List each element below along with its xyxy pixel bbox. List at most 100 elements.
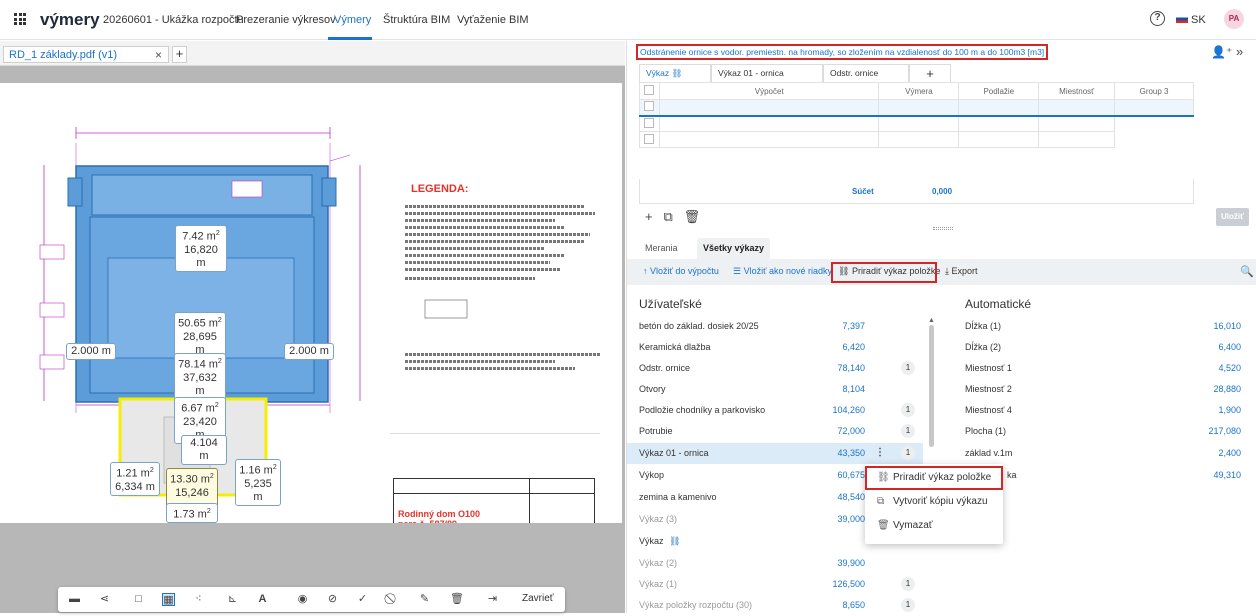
tab-vsetky-vykazy[interactable]: Všetky výkazy xyxy=(697,238,771,259)
export-button[interactable]: ⤓ Export xyxy=(945,266,978,277)
scroll-up-icon[interactable]: ▲ xyxy=(928,317,935,324)
col-podlazie[interactable]: Podlažie xyxy=(958,82,1040,100)
help-icon[interactable]: ? xyxy=(1150,11,1165,26)
list-item[interactable]: Keramická dlažba 6,420 xyxy=(627,337,923,358)
measurement-label[interactable]: 78.14 m2 37,632 m xyxy=(174,353,226,400)
avatar[interactable]: PA xyxy=(1224,9,1244,29)
area-tool-icon[interactable]: ▦ xyxy=(162,593,175,606)
list-item[interactable]: betón do základ. dosiek 20/25 7,397 xyxy=(627,316,923,337)
list-item[interactable]: Odstr. ornice 78,140 1 xyxy=(627,358,923,379)
add-vykaz-tab-button[interactable]: + xyxy=(909,64,951,82)
sum-label: Súčet xyxy=(852,187,874,196)
copy-row-icon[interactable]: ⧉ xyxy=(663,209,672,224)
tab-vykaz[interactable]: Výkaz ⛓ xyxy=(639,64,711,82)
measurement-label[interactable]: 50.65 m2 28,695 m xyxy=(174,312,226,359)
tab-vykaz-01[interactable]: Výkaz 01 - ornica xyxy=(711,64,823,82)
list-item[interactable]: Otvory 8,104 xyxy=(627,379,923,400)
auto-list-item[interactable]: Dĺžka (1) 16,010 xyxy=(965,316,1256,337)
text-tool-icon[interactable]: A xyxy=(256,593,269,606)
menu-item-copy[interactable]: ⧉ Vytvoriť kópiu výkazu xyxy=(877,496,988,507)
check-circle-icon[interactable]: ✓ xyxy=(356,593,369,606)
measurement-label[interactable]: 1.16 m2 5,235 m xyxy=(235,459,281,506)
count-tool-icon[interactable]: ⁖ xyxy=(192,593,205,606)
flag-sk-icon[interactable] xyxy=(1176,15,1188,23)
pdf-drawing[interactable]: LEGENDA: 7.42 m2 16,820 m 50.65 m2 28,695 … xyxy=(0,83,622,523)
auto-list-item[interactable]: Miestnosť 2 28,880 xyxy=(965,379,1256,400)
nav-prezeranie[interactable]: Prezeranie výkresov xyxy=(236,14,336,26)
rectangle-tool-icon[interactable]: □ xyxy=(132,593,145,606)
measurement-label[interactable]: 2.000 m xyxy=(66,343,116,360)
col-vymera[interactable]: Výmera xyxy=(878,82,960,100)
measurement-label[interactable]: 2.000 m xyxy=(284,343,334,360)
add-tab-button[interactable]: + xyxy=(172,46,187,63)
measurement-label[interactable]: 1.21 m2 6,334 m xyxy=(110,462,160,496)
eye-icon[interactable]: ◉ xyxy=(296,593,309,606)
close-icon[interactable]: × xyxy=(155,48,162,62)
block-icon[interactable]: ⃠ xyxy=(386,593,399,606)
legend-title: LEGENDA: xyxy=(411,183,469,195)
polyline-tool-icon[interactable]: ⋖ xyxy=(98,593,111,606)
table-row[interactable] xyxy=(639,115,1194,132)
app-grid-icon[interactable] xyxy=(14,13,26,25)
tab-merania[interactable]: Merania xyxy=(639,238,684,259)
sum-row: Súčet 0,000 xyxy=(639,179,1194,204)
link-icon: ⛓ xyxy=(669,536,681,546)
delete-row-icon[interactable]: 🗑 xyxy=(684,209,701,224)
col-vypocet[interactable]: Výpočet xyxy=(658,82,880,100)
project-name[interactable]: 20260601 - Ukážka rozpočtu xyxy=(103,14,244,26)
auto-list-item[interactable]: Dĺžka (2) 6,400 xyxy=(965,337,1256,358)
nav-vymery[interactable]: Výmery xyxy=(334,14,371,26)
add-user-icon[interactable]: 👤⁺ xyxy=(1211,45,1232,59)
add-row-icon[interactable]: + xyxy=(645,209,653,224)
line-tool-icon[interactable]: ▬ xyxy=(68,593,81,606)
list-item-selected[interactable]: Výkaz 01 - ornica 43,350 ⋮ 1 xyxy=(627,443,923,464)
auto-list-item[interactable]: ka 49,310 xyxy=(965,465,1256,486)
resize-handle[interactable] xyxy=(933,227,953,230)
nav-struktura-bim[interactable]: Štruktúra BIM xyxy=(383,14,450,26)
language-selector[interactable]: SK xyxy=(1191,14,1206,26)
col-miestnost[interactable]: Miestnosť xyxy=(1038,82,1116,100)
selected-item-title[interactable]: Odstránenie ornice s vodor. premiestn. n… xyxy=(636,44,1048,60)
file-tab[interactable]: RD_1 základy.pdf (v1) × xyxy=(3,46,169,63)
drawing-panel: RD_1 základy.pdf (v1) × + LEGENDA: 7.42 … xyxy=(0,41,625,613)
list-item[interactable]: Podložie chodníky a parkovisko 104,260 1 xyxy=(627,400,923,421)
file-tab-bar: RD_1 základy.pdf (v1) × + xyxy=(0,41,625,66)
close-toolbar-button[interactable]: Zavrieť xyxy=(522,593,554,604)
scrollbar[interactable] xyxy=(929,325,934,447)
link-icon: ⛓ xyxy=(877,472,890,483)
measurement-label[interactable]: 4.104 m xyxy=(181,435,227,465)
trash-icon[interactable]: 🗑 xyxy=(450,593,464,606)
tab-odstr-ornice[interactable]: Odstr. ornice xyxy=(823,64,909,82)
auto-list-item[interactable]: Miestnosť 1 4,520 xyxy=(965,358,1256,379)
table-row[interactable] xyxy=(639,99,1194,117)
pencil-icon[interactable]: ✎ xyxy=(418,593,431,606)
list-item[interactable]: Výkaz (1) 126,500 1 xyxy=(627,574,923,595)
menu-item-delete[interactable]: 🗑 Vymazať xyxy=(877,520,933,531)
search-icon[interactable]: 🔍 xyxy=(1240,265,1254,278)
select-all-checkbox[interactable] xyxy=(639,82,660,100)
list-item[interactable]: Výkaz (2) 39,900 xyxy=(627,553,923,574)
calculation-table: Výpočet Výmera Podlažie Miestnosť Group … xyxy=(639,82,1194,148)
list-item[interactable]: Potrubie 72,000 1 xyxy=(627,421,923,442)
measurement-label[interactable]: 7.42 m2 16,820 m xyxy=(175,225,227,272)
table-row[interactable] xyxy=(639,131,1194,148)
insert-as-rows-button[interactable]: ☰ Vložiť ako nové riadky xyxy=(733,266,832,277)
measurement-label[interactable]: 1.73 m210,543 m xyxy=(166,503,218,523)
insert-to-calc-button[interactable]: ↑ Vložiť do výpočtu xyxy=(643,266,719,276)
eye-off-icon[interactable]: ⊘ xyxy=(326,593,339,606)
angle-tool-icon[interactable]: ⊾ xyxy=(226,593,239,606)
auto-list-item[interactable]: základ v.1m 2,400 xyxy=(965,443,1256,464)
floorplan-svg xyxy=(39,127,600,497)
nav-vytazenie-bim[interactable]: Vyťaženie BIM xyxy=(457,14,529,26)
menu-item-assign[interactable]: ⛓ Priradiť výkaz položke xyxy=(877,472,991,483)
collapse-chevron-icon[interactable]: » xyxy=(1236,44,1243,59)
auto-list-item[interactable]: Miestnosť 4 1,900 xyxy=(965,400,1256,421)
auto-list-item[interactable]: Plocha (1) 217,080 xyxy=(965,421,1256,442)
link-icon[interactable]: ⛓ xyxy=(1047,47,1048,57)
exit-icon[interactable]: ⇥ xyxy=(486,593,499,606)
legend-line xyxy=(405,247,545,250)
more-vert-icon[interactable]: ⋮ xyxy=(875,447,885,458)
brand-logo[interactable]: výmery xyxy=(40,10,100,30)
save-button[interactable]: Uložiť xyxy=(1216,208,1249,226)
col-group3[interactable]: Group 3 xyxy=(1114,82,1194,100)
